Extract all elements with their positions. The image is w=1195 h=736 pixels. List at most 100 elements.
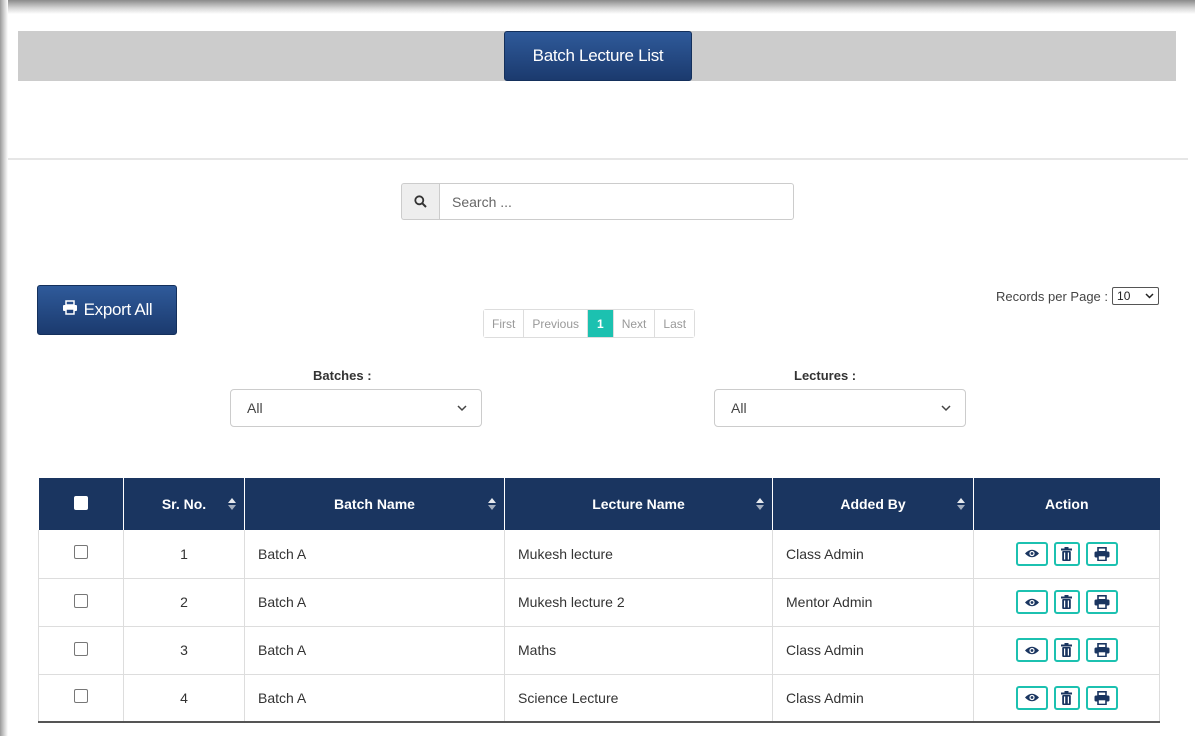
action-cell — [973, 578, 1160, 627]
select-all-checkbox[interactable] — [73, 495, 88, 510]
action-cell — [973, 626, 1160, 675]
row-actions — [974, 638, 1159, 662]
action-cell — [973, 530, 1160, 579]
window-left-edge — [0, 0, 8, 736]
lecture-name-cell: Maths — [504, 626, 773, 675]
search-icon — [401, 183, 439, 220]
trash-icon — [1061, 595, 1072, 609]
eye-button[interactable] — [1015, 638, 1048, 662]
row-checkbox[interactable] — [74, 641, 88, 656]
row-actions — [974, 541, 1159, 566]
batch-lecture-table: Sr. No. Batch Name Lecture Name Added By… — [38, 478, 1160, 723]
window-top-shadow — [0, 0, 1195, 14]
eye-button[interactable] — [1015, 590, 1048, 614]
eye-icon — [1024, 645, 1040, 656]
lecture-name-column-header[interactable]: Lecture Name — [504, 478, 773, 530]
printer-button[interactable] — [1085, 541, 1118, 566]
printer-icon — [1094, 643, 1110, 657]
search-input[interactable] — [439, 183, 794, 220]
batch-name-cell: Batch A — [244, 578, 505, 627]
search-group — [401, 183, 794, 220]
sort-icon — [957, 498, 965, 510]
row-select-cell — [38, 626, 124, 675]
row-checkbox[interactable] — [74, 593, 88, 608]
pagination-current-page[interactable]: 1 — [588, 310, 614, 337]
chevron-down-icon — [1145, 293, 1154, 299]
printer-icon — [1094, 690, 1110, 705]
printer-button[interactable] — [1085, 590, 1118, 614]
eye-button[interactable] — [1015, 541, 1048, 566]
sort-icon — [756, 498, 764, 510]
added-by-column-header[interactable]: Added By — [772, 478, 974, 530]
records-per-page-select[interactable]: 10 — [1112, 287, 1160, 305]
trash-icon — [1061, 690, 1072, 705]
lecture-name-cell: Mukesh lecture 2 — [504, 578, 773, 627]
export-all-label: Export All — [83, 300, 153, 319]
pagination-last[interactable]: Last — [655, 310, 695, 337]
lecture-name-cell: Science Lecture — [504, 674, 773, 723]
sr-no-column-header[interactable]: Sr. No. — [123, 478, 245, 530]
trash-button[interactable] — [1053, 685, 1080, 710]
records-per-page-label: Records per Page : — [996, 288, 1109, 304]
batches-filter-label: Batches : — [313, 368, 372, 383]
row-actions — [974, 685, 1159, 710]
printer-button[interactable] — [1085, 685, 1118, 710]
batches-filter-select[interactable]: All — [230, 389, 482, 427]
eye-icon — [1024, 692, 1040, 703]
table-row: 1 Batch A Mukesh lecture Class Admin — [38, 530, 1160, 579]
export-all-button[interactable]: Export All — [37, 285, 177, 335]
row-actions — [974, 590, 1159, 614]
records-per-page: Records per Page : 10 — [996, 287, 1160, 305]
batch-name-cell: Batch A — [244, 626, 505, 675]
divider — [8, 158, 1188, 160]
records-per-page-value: 10 — [1117, 289, 1131, 303]
sr-no-cell: 1 — [123, 530, 245, 579]
row-select-cell — [38, 530, 124, 579]
lectures-filter-select[interactable]: All — [714, 389, 966, 427]
lectures-filter-value: All — [731, 400, 747, 416]
table-row: 4 Batch A Science Lecture Class Admin — [38, 674, 1160, 723]
table-header-row: Sr. No. Batch Name Lecture Name Added By… — [38, 478, 1160, 530]
sort-icon — [488, 498, 496, 510]
pagination-first[interactable]: First — [484, 310, 525, 337]
trash-button[interactable] — [1053, 638, 1080, 662]
trash-button[interactable] — [1053, 541, 1080, 566]
trash-button[interactable] — [1053, 590, 1080, 614]
sr-no-cell: 4 — [123, 674, 245, 723]
trash-icon — [1061, 643, 1072, 657]
chevron-down-icon — [941, 404, 951, 411]
sr-no-cell: 2 — [123, 578, 245, 627]
pagination: First Previous 1 Next Last — [483, 309, 696, 338]
chevron-down-icon — [457, 404, 467, 411]
eye-icon — [1024, 597, 1040, 608]
added-by-cell: Class Admin — [772, 674, 974, 723]
row-select-cell — [38, 674, 124, 723]
batches-filter-value: All — [247, 400, 263, 416]
printer-icon — [62, 300, 78, 320]
eye-button[interactable] — [1015, 685, 1048, 710]
pagination-next[interactable]: Next — [613, 310, 656, 337]
added-by-cell: Mentor Admin — [772, 578, 974, 627]
page-title-button[interactable]: Batch Lecture List — [504, 31, 692, 81]
action-column-header: Action — [973, 478, 1160, 530]
select-all-header — [38, 478, 124, 530]
lecture-name-cell: Mukesh lecture — [504, 530, 773, 579]
pagination-previous[interactable]: Previous — [524, 310, 589, 337]
action-cell — [973, 674, 1160, 723]
sort-icon — [228, 498, 236, 510]
batch-name-column-header[interactable]: Batch Name — [244, 478, 505, 530]
added-by-cell: Class Admin — [772, 530, 974, 579]
table-row: 3 Batch A Maths Class Admin — [38, 626, 1160, 675]
printer-button[interactable] — [1085, 638, 1118, 662]
trash-icon — [1061, 546, 1072, 561]
printer-icon — [1094, 595, 1110, 609]
printer-icon — [1094, 546, 1110, 561]
table-row: 2 Batch A Mukesh lecture 2 Mentor Admin — [38, 578, 1160, 627]
batch-name-cell: Batch A — [244, 674, 505, 723]
row-select-cell — [38, 578, 124, 627]
row-checkbox[interactable] — [74, 689, 88, 704]
batch-name-cell: Batch A — [244, 530, 505, 579]
row-checkbox[interactable] — [74, 545, 88, 560]
added-by-cell: Class Admin — [772, 626, 974, 675]
lectures-filter-label: Lectures : — [794, 368, 857, 383]
